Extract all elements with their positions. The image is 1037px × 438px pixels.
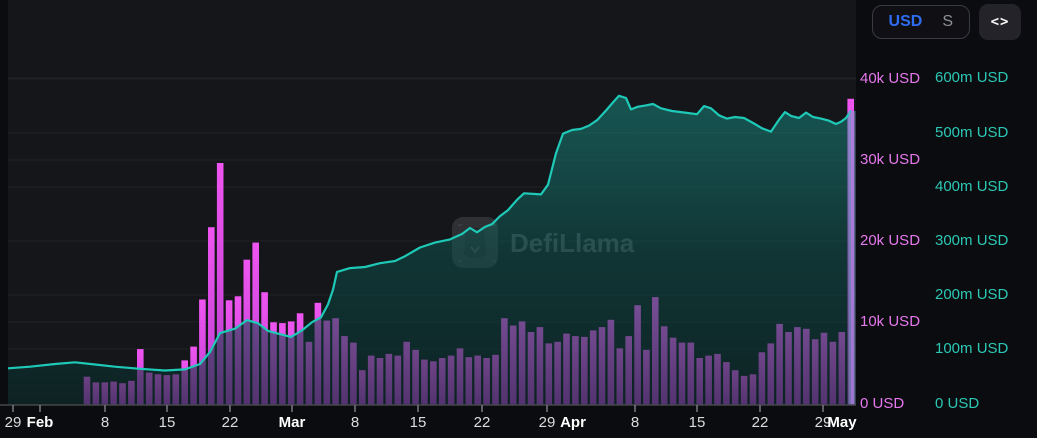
embed-code-button[interactable]: <> [979,4,1021,40]
x-axis-label: Apr [560,414,586,431]
y-axis-label-tvl: 300m USD [935,231,1009,249]
currency-symbol-button[interactable]: S [932,10,963,34]
y-axis-label-tvl: 100m USD [935,340,1009,358]
x-axis-label: Feb [26,414,54,431]
y-axis-label-fees: 30k USD [860,150,921,168]
y-axis-label-fees: 10k USD [860,313,921,331]
x-axis-label: 15 [409,414,427,431]
x-axis-label: 22 [221,414,239,431]
x-axis-label: 15 [688,414,706,431]
chart-canvas[interactable]: DefiLlama [0,0,1037,438]
y-axis-label-fees: 0 USD [860,394,905,412]
x-axis-label: 8 [100,414,110,431]
y-axis-label-tvl: 500m USD [935,123,1009,141]
y-axis-label-fees: 40k USD [860,69,921,87]
y-axis-label-tvl: 200m USD [935,286,1009,304]
x-axis-label: Mar [278,414,306,431]
y-axis-label-tvl: 0 USD [935,394,980,412]
x-axis-label: 8 [350,414,360,431]
chart-controls: USD S <> [871,4,1021,40]
y-axis-label-tvl: 600m USD [935,69,1009,87]
x-axis-label: 29 [538,414,556,431]
currency-usd-button[interactable]: USD [879,10,933,34]
currency-toggle: USD S [871,5,970,39]
x-axis-label: 29 [4,414,22,431]
x-axis-label: 8 [630,414,640,431]
x-axis-label: May [827,414,857,431]
y-axis-label-fees: 20k USD [860,232,921,249]
highlight-bar [848,111,856,405]
y-axis-label-tvl: 400m USD [935,177,1009,195]
x-axis-label: 22 [751,414,769,431]
x-axis-label: 22 [473,414,491,431]
x-axis-label: 15 [158,414,176,431]
defillama-chart-widget: DefiLlama 40k USD 30k USD 20k USD 10k USD 0 … [0,0,1037,438]
logo-tick-mark [458,224,462,226]
